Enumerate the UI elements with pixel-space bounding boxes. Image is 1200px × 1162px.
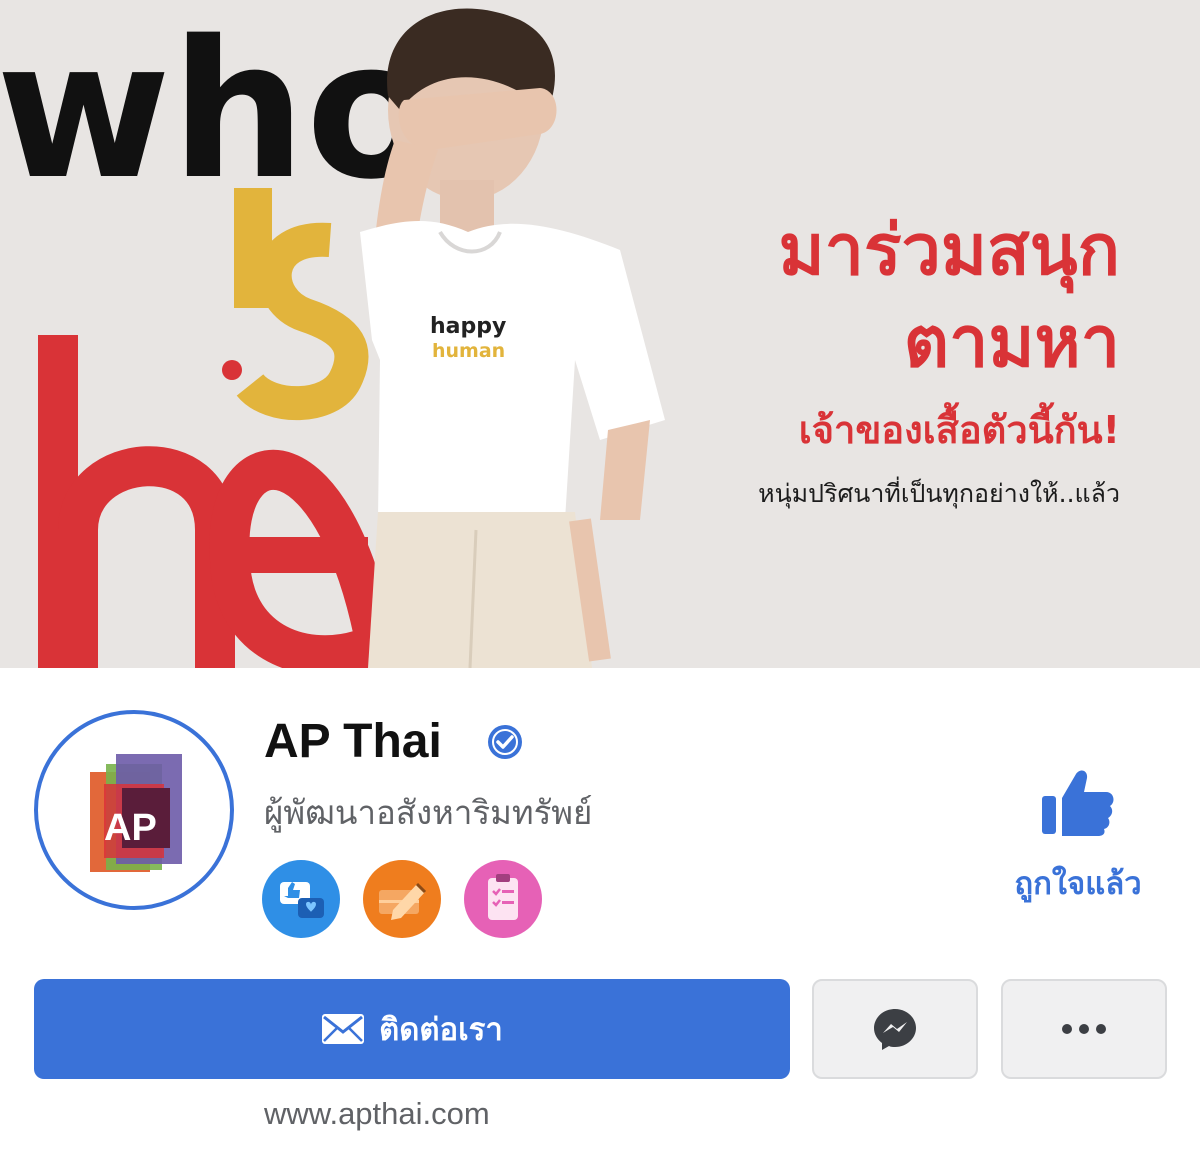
more-dots-icon bbox=[1062, 1024, 1106, 1034]
content-creator-icon[interactable] bbox=[363, 860, 441, 938]
tshirt-print-human: human bbox=[432, 340, 506, 362]
contact-us-label: ติดต่อเรา bbox=[379, 1012, 503, 1048]
cover-headline-3: เจ้าของเสื้อตัวนี้กัน! bbox=[798, 408, 1120, 452]
ap-logo-icon: AP bbox=[90, 754, 182, 872]
like-label: ถูกใจแล้ว bbox=[1014, 866, 1142, 902]
like-button[interactable]: ถูกใจแล้ว bbox=[990, 768, 1166, 908]
thumbs-up-icon bbox=[1042, 770, 1114, 836]
avatar-text: AP bbox=[104, 807, 157, 849]
cover-headline-1: มาร่วมสนุก bbox=[778, 209, 1120, 291]
cover-photo[interactable]: who happy human มาร่วมสนุก ตามหา เจ้าของ… bbox=[0, 0, 1200, 668]
messenger-icon bbox=[874, 1009, 916, 1050]
page-category: ผู้พัฒนาอสังหาริมทรัพย์ bbox=[264, 793, 593, 832]
website-link[interactable]: www.apthai.com bbox=[264, 1090, 490, 1138]
verified-badge-icon bbox=[488, 725, 522, 759]
cover-model bbox=[360, 8, 665, 668]
cover-word-who: who bbox=[0, 0, 436, 221]
checklist-icon[interactable] bbox=[464, 860, 542, 938]
messenger-button[interactable] bbox=[812, 979, 978, 1079]
envelope-icon bbox=[322, 1014, 365, 1044]
community-engagement-icon[interactable] bbox=[262, 860, 340, 938]
cover-subline: หนุ่มปริศนาที่เป็นทุกอย่างให้..แล้ว bbox=[758, 479, 1120, 508]
profile-avatar[interactable]: AP bbox=[34, 710, 234, 910]
more-options-button[interactable] bbox=[1001, 979, 1167, 1079]
cover-headline-2: ตามหา bbox=[903, 301, 1120, 383]
contact-us-button[interactable]: ติดต่อเรา bbox=[34, 979, 790, 1079]
page-title[interactable]: AP Thai bbox=[264, 710, 442, 774]
tshirt-print-happy: happy bbox=[430, 314, 507, 339]
